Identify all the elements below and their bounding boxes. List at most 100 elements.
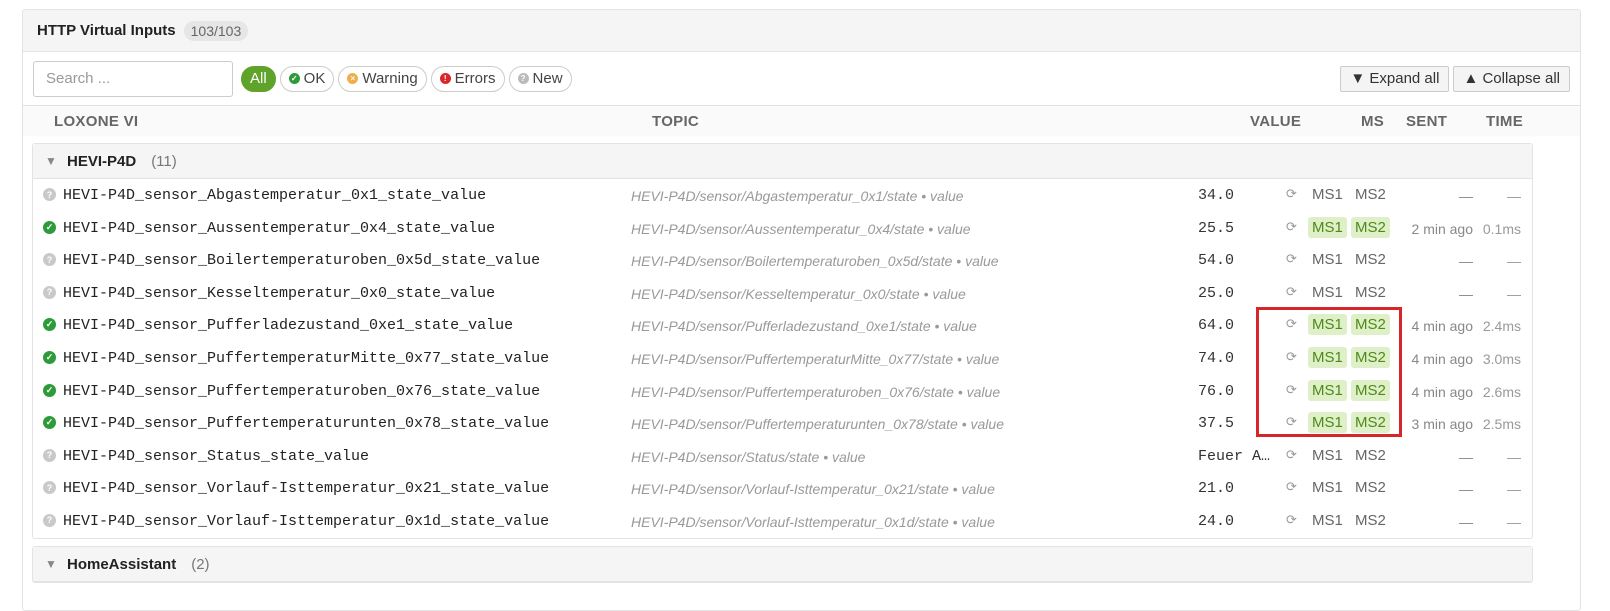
table-row[interactable]: ? HEVI-P4D_sensor_Vorlauf-Isttemperatur_0… [33, 505, 1532, 538]
filter-all[interactable]: All [241, 65, 276, 92]
duration: 2.4ms [1482, 318, 1521, 335]
table-row[interactable]: ✓ HEVI-P4D_sensor_Puffertemperaturoben_0x… [33, 375, 1532, 408]
sent-time: — [1459, 253, 1473, 270]
refresh-icon[interactable]: ⟳ [1286, 219, 1297, 235]
topic: HEVI-P4D/sensor/Vorlauf-Isttemperatur_0x… [631, 513, 995, 530]
filter-label: New [532, 70, 563, 87]
check-circle-icon: ✓ [43, 220, 56, 234]
table-row[interactable]: ✓ HEVI-P4D_sensor_Aussentemperatur_0x4_st… [33, 212, 1532, 245]
collapse-caret-icon[interactable]: ▼ [45, 154, 67, 168]
column-header-time[interactable]: TIME [1486, 113, 1523, 130]
topic: HEVI-P4D/sensor/Puffertemperaturunten_0x… [631, 416, 1004, 433]
toolbar: All ✓ OK × Warning ! Errors ? New ▼ Expa… [23, 52, 1580, 106]
group-header[interactable]: ▼ HEVI-P4D (11) [33, 144, 1532, 179]
vi-name: HEVI-P4D_sensor_Kesseltemperatur_0x0_sta… [63, 284, 496, 302]
duration: — [1507, 188, 1521, 204]
refresh-icon[interactable]: ⟳ [1286, 284, 1297, 300]
value: Feuer A… [1198, 447, 1270, 465]
group-count: (11) [151, 152, 177, 170]
duration: — [1507, 481, 1521, 498]
group-hevi-p4d: ▼ HEVI-P4D (11) ? HEVI-P4D_sensor_Abgaste… [32, 143, 1533, 539]
panel-header: HTTP Virtual Inputs 103/103 [23, 10, 1580, 52]
sent-time: 3 min ago [1411, 416, 1473, 433]
ms2-badge: MS2 [1351, 216, 1390, 238]
sent-time: 2 min ago [1411, 220, 1473, 237]
filter-warning[interactable]: × Warning [338, 65, 427, 92]
column-header-ms[interactable]: MS [1361, 113, 1384, 130]
question-circle-icon: ? [43, 188, 56, 201]
table-row[interactable]: ✓ HEVI-P4D_sensor_Puffertemperaturunten_0… [33, 407, 1532, 440]
column-header-sent[interactable]: SENT [1406, 113, 1447, 130]
check-circle-icon: ✓ [43, 318, 56, 332]
refresh-icon[interactable]: ⟳ [1286, 251, 1297, 267]
topic: HEVI-P4D/sensor/Pufferladezustand_0xe1/s… [631, 318, 977, 335]
refresh-icon[interactable]: ⟳ [1286, 479, 1297, 495]
refresh-icon[interactable]: ⟳ [1286, 316, 1297, 332]
value: 34.0 [1198, 187, 1235, 204]
count-badge: 103/103 [183, 20, 249, 41]
table-row[interactable]: ? HEVI-P4D_sensor_Boilertemperaturoben_0x… [33, 244, 1532, 277]
table-row[interactable]: ? HEVI-P4D_sensor_Status_state_value HEVI-… [33, 440, 1532, 473]
column-header-topic[interactable]: TOPIC [652, 113, 699, 130]
column-headers: LOXONE VI TOPIC VALUE MS SENT TIME [23, 106, 1580, 136]
group-name: HEVI-P4D [67, 152, 137, 170]
filter-label: Errors [454, 70, 496, 87]
group-header[interactable]: ▼ HomeAssistant (2) [33, 547, 1532, 582]
collapse-all-button[interactable]: ▲ Collapse all [1453, 65, 1570, 92]
filter-new[interactable]: ? New [508, 65, 572, 92]
value: 74.0 [1198, 349, 1235, 367]
vi-name: HEVI-P4D_sensor_Puffertemperaturunten_0x… [63, 415, 550, 433]
filter-errors[interactable]: ! Errors [430, 65, 505, 92]
vi-name: HEVI-P4D_sensor_Status_state_value [63, 447, 370, 465]
vi-name: HEVI-P4D_sensor_Vorlauf-Isttemperatur_0x… [63, 480, 550, 498]
ms2-badge: MS2 [1355, 186, 1386, 203]
table-row[interactable]: ✓ HEVI-P4D_sensor_PuffertemperaturMitte_0… [33, 342, 1532, 375]
group-rows: ? HEVI-P4D_sensor_Abgastemperatur_0x1_sta… [33, 179, 1532, 538]
question-circle-icon: ? [43, 513, 56, 527]
collapse-caret-icon[interactable]: ▼ [45, 557, 67, 571]
topic: HEVI-P4D/sensor/Aussentemperatur_0x4/sta… [631, 220, 971, 237]
filter-ok[interactable]: ✓ OK [279, 65, 335, 92]
ms1-badge: MS1 [1308, 412, 1347, 434]
table-row[interactable]: ? HEVI-P4D_sensor_Vorlauf-Isttemperatur_0… [33, 472, 1532, 505]
refresh-icon[interactable]: ⟳ [1286, 447, 1297, 463]
refresh-icon[interactable]: ⟳ [1286, 186, 1297, 202]
refresh-icon[interactable]: ⟳ [1286, 382, 1297, 398]
refresh-icon[interactable]: ⟳ [1286, 349, 1297, 365]
ms1-badge: MS1 [1312, 479, 1343, 497]
check-circle-icon: ✓ [43, 350, 56, 364]
group-homeassistant: ▼ HomeAssistant (2) [32, 546, 1533, 583]
ms1-badge: MS1 [1312, 186, 1343, 203]
table-row[interactable]: ? HEVI-P4D_sensor_Kesseltemperatur_0x0_st… [33, 277, 1532, 310]
refresh-icon[interactable]: ⟳ [1286, 414, 1297, 430]
vi-name: HEVI-P4D_sensor_Puffertemperaturoben_0x7… [63, 382, 541, 400]
value: 64.0 [1198, 317, 1235, 335]
sent-time: — [1459, 513, 1473, 530]
search-input[interactable] [33, 60, 233, 97]
vi-name: HEVI-P4D_sensor_Pufferladezustand_0xe1_s… [63, 317, 514, 335]
sent-time: — [1459, 285, 1473, 302]
vi-name: HEVI-P4D_sensor_Boilertemperaturoben_0x5… [63, 252, 541, 270]
value: 25.5 [1198, 219, 1235, 237]
ms2-badge: MS2 [1355, 283, 1386, 301]
refresh-icon[interactable]: ⟳ [1286, 512, 1297, 528]
vi-name: HEVI-P4D_sensor_Vorlauf-Isttemperatur_0x… [63, 512, 550, 530]
topic: HEVI-P4D/sensor/Puffertemperaturoben_0x7… [631, 383, 1001, 400]
column-header-vi[interactable]: LOXONE VI [54, 113, 138, 130]
duration: — [1507, 513, 1521, 530]
topic: HEVI-P4D/sensor/PuffertemperaturMitte_0x… [631, 350, 1000, 367]
panel-title: HTTP Virtual Inputs [37, 22, 176, 39]
check-circle-icon: ✓ [43, 416, 56, 430]
filter-label: All [250, 70, 267, 87]
column-header-value[interactable]: VALUE [1250, 113, 1301, 130]
sent-time: 4 min ago [1411, 383, 1473, 400]
question-circle-icon: ? [43, 448, 56, 462]
expand-all-button[interactable]: ▼ Expand all [1340, 65, 1450, 92]
table-row[interactable]: ? HEVI-P4D_sensor_Abgastemperatur_0x1_sta… [33, 179, 1532, 212]
topic: HEVI-P4D/sensor/Kesseltemperatur_0x0/sta… [631, 285, 966, 302]
duration: — [1507, 285, 1521, 302]
value: 21.0 [1198, 480, 1235, 498]
ms2-badge: MS2 [1351, 412, 1390, 434]
vi-name: HEVI-P4D_sensor_PuffertemperaturMitte_0x… [63, 349, 550, 367]
table-row[interactable]: ✓ HEVI-P4D_sensor_Pufferladezustand_0xe1_… [33, 309, 1532, 342]
